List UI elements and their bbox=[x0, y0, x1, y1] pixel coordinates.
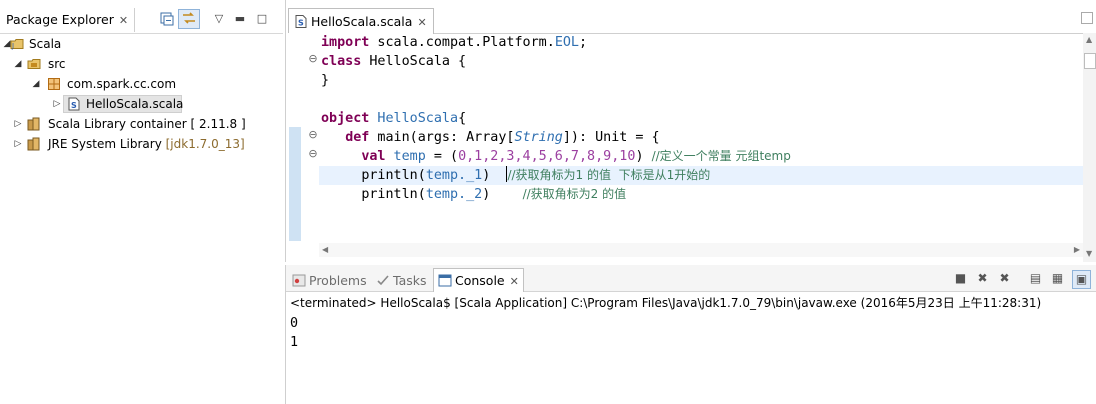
svg-text:S: S bbox=[298, 19, 304, 28]
package-explorer-view: Package Explorer ✕ ▽ ▬ □ ◢ J Scala ◢ src … bbox=[0, 0, 283, 404]
console-icon bbox=[438, 271, 452, 294]
tree-item-package[interactable]: ◢ com.spark.cc.com bbox=[0, 74, 283, 94]
tree-item-helloscala-file[interactable]: ▷ S HelloScala.scala bbox=[50, 94, 184, 114]
package-explorer-tab-label: Package Explorer bbox=[6, 12, 114, 27]
close-icon[interactable]: ✕ bbox=[119, 9, 128, 33]
tree-item-label: Scala bbox=[29, 37, 62, 51]
tree-item-scala-library[interactable]: ▷ Scala Library container [ 2.11.8 ] bbox=[0, 114, 283, 134]
code-line: object HelloScala{ bbox=[321, 111, 467, 126]
close-icon[interactable]: ✕ bbox=[510, 270, 519, 293]
link-with-editor-icon[interactable] bbox=[178, 9, 200, 29]
code-line: def main(args: Array[String]): Unit = { bbox=[345, 130, 660, 145]
view-menu-icon[interactable]: ▽ bbox=[211, 11, 227, 27]
editor-ruler: ⊖ ⊖ ⊖ bbox=[286, 33, 318, 262]
tree-item-decoration: [jdk1.7.0_13] bbox=[165, 137, 245, 151]
library-icon bbox=[27, 137, 41, 151]
collapsed-twisty-icon[interactable]: ▷ bbox=[13, 114, 23, 134]
tab-problems[interactable]: Problems bbox=[288, 270, 371, 291]
source-folder-icon bbox=[27, 57, 41, 71]
editor-area: S HelloScala.scala ✕ ⊖ ⊖ ⊖ import scala.c… bbox=[285, 0, 1096, 262]
tree-item-label: com.spark.cc.com bbox=[67, 77, 177, 91]
console-view: Problems Tasks Console ✕ ■ ✖ ✖ ▤ ▦ ▣ <ter… bbox=[285, 265, 1096, 404]
code-line: class HelloScala { bbox=[321, 54, 467, 69]
maximize-icon[interactable]: □ bbox=[254, 11, 270, 27]
tab-console[interactable]: Console ✕ bbox=[433, 268, 524, 292]
tree-item-label: src bbox=[48, 57, 66, 71]
code-line-current: println(temp._1) //获取角标为1 的值 下标是从1开始的 bbox=[361, 166, 711, 183]
console-output-line: 1 bbox=[290, 335, 299, 350]
scroll-left-icon[interactable]: ◀ bbox=[322, 245, 328, 254]
package-icon bbox=[47, 77, 61, 91]
tree-item-src[interactable]: ◢ src bbox=[0, 54, 283, 74]
tree-item-label: JRE System Library bbox=[48, 137, 162, 151]
tree-item-label: Scala Library container [ 2.11.8 ] bbox=[48, 117, 246, 131]
console-status-line: <terminated> HelloScala$ [Scala Applicat… bbox=[290, 296, 1042, 310]
expanded-twisty-icon[interactable]: ◢ bbox=[13, 54, 23, 74]
collapsed-twisty-icon[interactable]: ▷ bbox=[52, 94, 62, 114]
fold-collapse-icon[interactable]: ⊖ bbox=[308, 147, 318, 160]
package-explorer-tabbar: Package Explorer ✕ ▽ ▬ □ bbox=[0, 0, 283, 34]
tab-helloscala-editor[interactable]: S HelloScala.scala ✕ bbox=[288, 8, 434, 34]
editor-tab-label: HelloScala.scala bbox=[311, 14, 413, 29]
library-icon bbox=[27, 117, 41, 131]
remove-all-terminated-icon[interactable]: ✖ bbox=[996, 270, 1013, 287]
tree-item-scala-project[interactable]: ◢ J Scala bbox=[0, 34, 283, 54]
svg-text:J: J bbox=[11, 42, 14, 50]
tasks-icon bbox=[376, 272, 390, 293]
code-line: } bbox=[321, 73, 330, 88]
collapsed-twisty-icon[interactable]: ▷ bbox=[13, 134, 23, 154]
pin-console-icon[interactable]: ▣ bbox=[1072, 270, 1091, 289]
editor-tabbar: S HelloScala.scala ✕ bbox=[286, 0, 1096, 34]
minimize-icon[interactable]: ▬ bbox=[232, 11, 248, 27]
scroll-lock-icon[interactable]: ▦ bbox=[1049, 270, 1066, 287]
code-line: val temp = (0,1,2,3,4,5,6,7,8,9,10) //定义… bbox=[361, 149, 791, 164]
close-icon[interactable]: ✕ bbox=[417, 10, 426, 35]
remove-launch-icon[interactable]: ✖ bbox=[974, 270, 991, 287]
code-line: println(temp._2) //获取角标为2 的值 bbox=[361, 187, 627, 202]
console-output-line: 0 bbox=[290, 316, 299, 331]
code-line: import scala.compat.Platform.EOL; bbox=[321, 35, 588, 50]
expanded-twisty-icon[interactable]: ◢ bbox=[31, 74, 41, 94]
problems-icon bbox=[292, 272, 306, 293]
tree-item-label: HelloScala.scala bbox=[86, 97, 184, 111]
scroll-up-icon[interactable]: ▲ bbox=[1086, 35, 1092, 44]
maximize-icon[interactable] bbox=[1081, 12, 1093, 24]
scrollbar-thumb[interactable] bbox=[1084, 53, 1096, 69]
tab-package-explorer[interactable]: Package Explorer ✕ bbox=[0, 8, 136, 33]
editor-vertical-scrollbar[interactable]: ▲ ▼ bbox=[1083, 33, 1096, 262]
change-indicator bbox=[289, 127, 301, 241]
editor-horizontal-scrollbar[interactable]: ◀ ▶ bbox=[319, 243, 1083, 257]
tree-item-jre-library[interactable]: ▷ JRE System Library [jdk1.7.0_13] bbox=[0, 134, 283, 154]
clear-console-icon[interactable]: ▤ bbox=[1027, 270, 1044, 287]
collapse-all-icon[interactable] bbox=[159, 11, 175, 27]
svg-text:S: S bbox=[71, 101, 77, 110]
scroll-down-icon[interactable]: ▼ bbox=[1086, 249, 1092, 258]
console-tabbar: Problems Tasks Console ✕ ■ ✖ ✖ ▤ ▦ ▣ bbox=[286, 265, 1096, 292]
fold-collapse-icon[interactable]: ⊖ bbox=[308, 128, 318, 141]
project-icon: J bbox=[10, 37, 24, 51]
tab-tasks[interactable]: Tasks bbox=[372, 270, 431, 291]
scala-file-icon: S bbox=[67, 97, 81, 111]
terminate-icon[interactable]: ■ bbox=[952, 270, 969, 287]
code-text-area[interactable]: import scala.compat.Platform.EOL; class … bbox=[319, 33, 1083, 243]
scroll-right-icon[interactable]: ▶ bbox=[1074, 245, 1080, 254]
fold-collapse-icon[interactable]: ⊖ bbox=[308, 52, 318, 65]
